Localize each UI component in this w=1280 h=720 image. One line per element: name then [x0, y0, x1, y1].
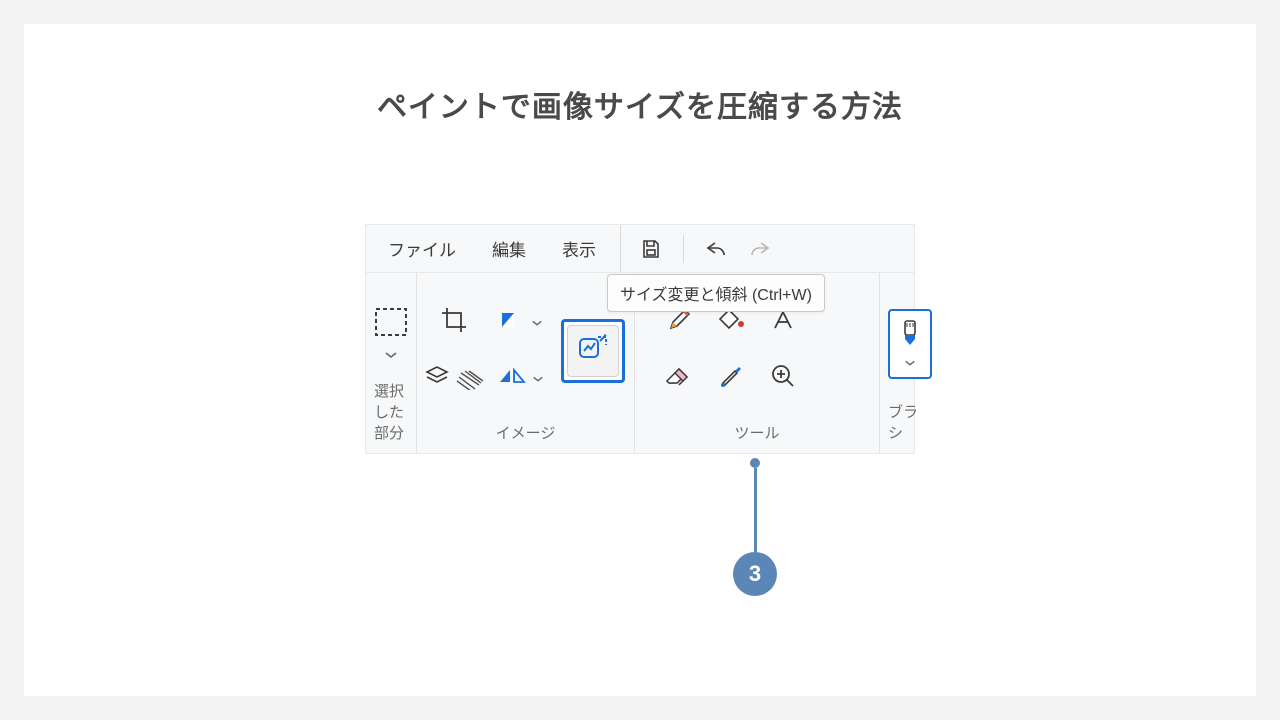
ribbon-wrap: ファイル 編集 表示: [365, 224, 915, 454]
undo-icon[interactable]: [704, 239, 728, 259]
brush-button[interactable]: [888, 309, 932, 379]
layers-icon[interactable]: [423, 362, 483, 395]
menu-bar: ファイル 編集 表示: [366, 225, 914, 273]
color-picker-icon[interactable]: [719, 363, 743, 394]
group-label-selection: 選択した部分: [374, 380, 408, 447]
paint-ribbon: ファイル 編集 表示: [365, 224, 915, 454]
text-icon[interactable]: [771, 308, 795, 337]
menu-edit[interactable]: 編集: [474, 225, 544, 272]
callout-3: 3: [733, 464, 777, 596]
save-icon[interactable]: [639, 237, 663, 261]
selection-rectangle-icon[interactable]: [374, 307, 408, 342]
group-label-brush: ブラシ: [888, 401, 932, 447]
document-card: ペイントで画像サイズを圧縮する方法 ファイル 編集 表示: [24, 24, 1256, 696]
rotate-right-icon[interactable]: [499, 309, 525, 336]
crop-icon[interactable]: [440, 306, 468, 339]
redo-icon[interactable]: [748, 239, 772, 259]
separator: [683, 235, 684, 263]
group-image: イメージ: [417, 273, 635, 453]
group-selection: 選択した部分: [366, 273, 417, 453]
quick-access-toolbar: [620, 225, 772, 272]
menu-file[interactable]: ファイル: [370, 225, 474, 272]
brush-icon: [899, 319, 921, 354]
page-title: ペイントで画像サイズを圧縮する方法: [24, 24, 1256, 126]
chevron-down-icon[interactable]: [384, 348, 398, 362]
tooltip-resize-skew: サイズ変更と傾斜 (Ctrl+W): [607, 274, 825, 312]
resize-icon: [576, 331, 610, 370]
menu-view[interactable]: 表示: [544, 225, 614, 272]
callout-line: [754, 468, 757, 552]
chevron-down-icon[interactable]: [531, 316, 543, 330]
callout-dot: [750, 458, 760, 468]
zoom-icon[interactable]: [770, 363, 796, 394]
chevron-down-icon[interactable]: [904, 356, 916, 370]
chevron-down-icon[interactable]: [532, 372, 544, 386]
flip-icon[interactable]: [498, 366, 526, 391]
group-label-tools: ツール: [734, 422, 779, 447]
group-label-image: イメージ: [496, 422, 556, 447]
resize-skew-button[interactable]: [561, 319, 625, 383]
group-brush: ブラシ: [880, 273, 940, 453]
callout-number: 3: [733, 552, 777, 596]
eraser-icon[interactable]: [665, 365, 693, 392]
